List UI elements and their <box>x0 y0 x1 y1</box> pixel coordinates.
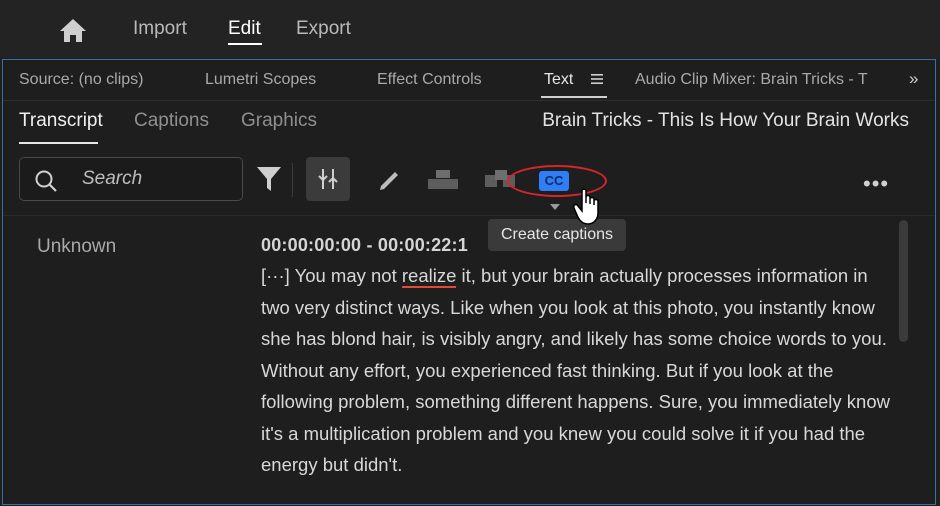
vertical-scrollbar[interactable] <box>899 220 908 342</box>
tab-text[interactable]: Text <box>544 71 573 89</box>
speaker-label[interactable]: Unknown <box>37 236 116 258</box>
edit-button[interactable] <box>368 157 412 201</box>
top-header-bar: Import Edit Export <box>0 0 940 58</box>
more-icon[interactable]: ••• <box>863 171 889 197</box>
merge-segments-button[interactable] <box>421 157 465 201</box>
split-segment-button[interactable] <box>306 157 350 201</box>
search-placeholder: Search <box>82 168 143 189</box>
tab-lumetri-scopes[interactable]: Lumetri Scopes <box>205 71 316 89</box>
chevron-down-icon[interactable] <box>550 204 560 210</box>
tab-effect-controls[interactable]: Effect Controls <box>377 71 482 89</box>
segment-timecode: 00:00:00:00 - 00:00:22:1 <box>261 235 468 255</box>
transcript-text-rest: it, but your brain actually processes in… <box>261 265 890 475</box>
transcript-toolbar: Search CC ••• <box>3 149 935 216</box>
transcript-text[interactable]: [···] You may not realize it, but your b… <box>261 260 891 481</box>
chevron-double-right-icon[interactable]: » <box>909 69 918 89</box>
subtab-captions[interactable]: Captions <box>134 110 209 132</box>
nav-edit[interactable]: Edit <box>228 18 261 40</box>
merge-icon <box>428 170 458 189</box>
misspelled-word[interactable]: realize <box>401 265 457 288</box>
subtab-transcript-underline <box>19 142 98 144</box>
toolbar-divider <box>292 163 293 197</box>
home-icon[interactable] <box>58 17 88 43</box>
pencil-icon <box>380 172 398 190</box>
nav-import[interactable]: Import <box>133 18 187 40</box>
text-panel: Source: (no clips) Lumetri Scopes Effect… <box>2 59 936 505</box>
filter-button[interactable] <box>247 157 291 201</box>
nav-edit-underline <box>228 43 262 45</box>
tab-text-underline <box>541 96 607 98</box>
transcript-text-start: [···] You may not <box>261 265 402 286</box>
tab-audio-clip-mixer[interactable]: Audio Clip Mixer: Brain Tricks - T <box>635 71 875 89</box>
nav-export[interactable]: Export <box>296 18 351 40</box>
split-icon <box>318 169 338 189</box>
subtab-transcript[interactable]: Transcript <box>19 110 103 132</box>
search-field[interactable]: Search <box>19 157 243 201</box>
sequence-title: Brain Tricks - This Is How Your Brain Wo… <box>542 110 909 131</box>
search-icon <box>35 170 57 192</box>
tab-source[interactable]: Source: (no clips) <box>19 71 144 89</box>
hamburger-icon[interactable] <box>591 74 603 84</box>
subtab-graphics[interactable]: Graphics <box>241 110 317 132</box>
hand-cursor-icon <box>573 188 599 225</box>
panel-tab-bar: Source: (no clips) Lumetri Scopes Effect… <box>3 60 935 101</box>
filter-icon <box>257 167 281 191</box>
